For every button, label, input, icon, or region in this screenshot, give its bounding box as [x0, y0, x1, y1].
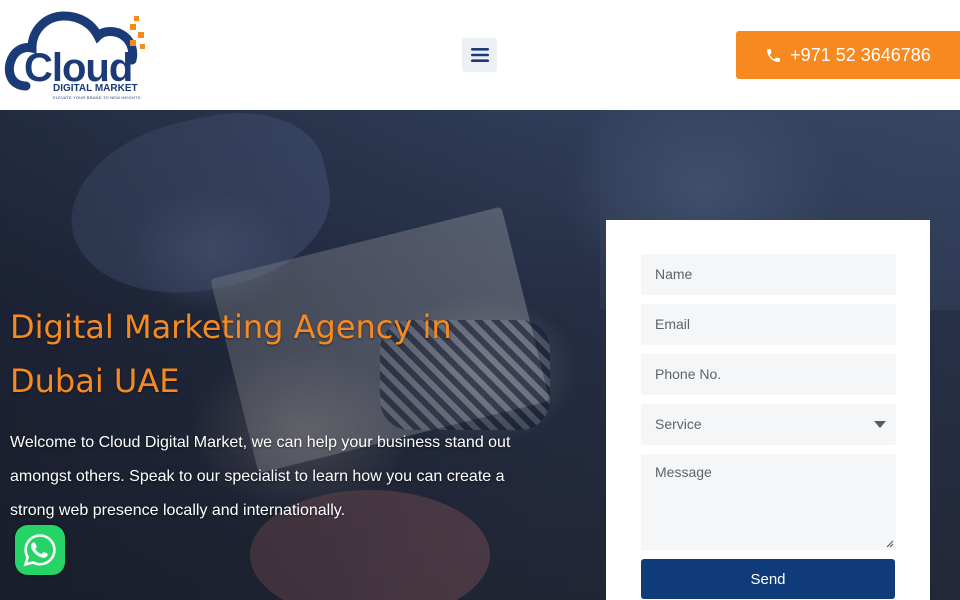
phone-number: +971 52 3646786 — [790, 44, 931, 65]
hero-title: Digital Marketing Agency in Dubai UAE — [10, 308, 452, 400]
service-select[interactable]: Service — [641, 404, 896, 445]
phone-input[interactable]: Phone No. — [641, 354, 896, 395]
service-selected-value: Service — [655, 416, 702, 432]
cloud-digital-market-logo[interactable]: Cloud DIGITAL MARKET ELEVATE YOUR BRAND … — [4, 8, 150, 100]
caret-down-icon — [874, 421, 886, 428]
email-placeholder: Email — [655, 316, 691, 332]
hamburger-menu-icon — [470, 48, 489, 62]
message-placeholder: Message — [655, 464, 712, 480]
site-header: Cloud DIGITAL MARKET ELEVATE YOUR BRAND … — [0, 0, 960, 110]
message-textarea[interactable]: Message — [641, 454, 896, 550]
whatsapp-chat-button[interactable] — [15, 525, 65, 575]
logo-word: Cloud — [24, 46, 133, 90]
resize-handle-icon[interactable] — [886, 540, 894, 548]
send-button[interactable]: Send — [641, 559, 895, 599]
menu-toggle-button[interactable] — [462, 38, 497, 72]
hero-description: Welcome to Cloud Digital Market, we can … — [10, 434, 511, 519]
whatsapp-icon — [23, 534, 56, 567]
name-input[interactable]: Name — [641, 254, 896, 295]
contact-form: Name Email Phone No. Service Message Sen… — [606, 220, 930, 600]
phone-icon — [767, 48, 781, 62]
name-placeholder: Name — [655, 266, 693, 282]
send-label: Send — [750, 570, 786, 588]
phone-placeholder: Phone No. — [655, 366, 722, 382]
logo-tagline: ELEVATE YOUR BRAND TO NEW HEIGHTS — [53, 95, 141, 100]
logo-subtitle: DIGITAL MARKET — [53, 83, 138, 94]
email-input[interactable]: Email — [641, 304, 896, 345]
phone-call-button[interactable]: +971 52 3646786 — [736, 31, 960, 79]
